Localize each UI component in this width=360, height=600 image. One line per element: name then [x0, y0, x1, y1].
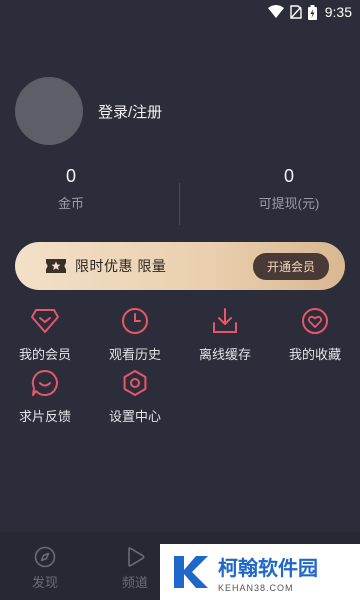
- tab-discover[interactable]: 发现: [15, 546, 75, 591]
- clock-icon: [122, 308, 148, 334]
- menu-item-label: 我的收藏: [288, 347, 341, 362]
- menu-item-label: 求片反馈: [18, 409, 71, 424]
- open-membership-button[interactable]: 开通会员: [252, 252, 329, 280]
- avatar[interactable]: [15, 77, 83, 145]
- status-bar: 9:35: [0, 0, 360, 24]
- no-sim-icon: [290, 5, 302, 19]
- tab-label: 发现: [31, 575, 58, 590]
- watermark-title: 柯翰软件园: [218, 555, 318, 580]
- withdrawable-value: 0: [283, 166, 294, 186]
- login-register-link[interactable]: 登录/注册: [98, 101, 162, 122]
- download-icon: [213, 308, 237, 333]
- watermark-subtitle: KEHAN38.COM: [218, 582, 294, 593]
- coins-stat[interactable]: 0 金币: [50, 165, 92, 212]
- tab-label: 频道: [121, 575, 148, 590]
- profile-header[interactable]: 登录/注册: [15, 77, 162, 145]
- heart-icon: [302, 308, 328, 334]
- kehan-logo-icon: [174, 556, 208, 588]
- compass-icon: [34, 546, 56, 568]
- chat-icon: [31, 369, 58, 396]
- menu-item-membership[interactable]: 我的会员: [5, 306, 85, 363]
- withdrawable-stat[interactable]: 0 可提现(元): [250, 165, 328, 212]
- battery-icon: [307, 4, 317, 20]
- settings-icon: [123, 370, 147, 396]
- menu-item-settings[interactable]: 设置中心: [95, 368, 175, 425]
- menu-item-feedback[interactable]: 求片反馈: [5, 368, 85, 425]
- menu-item-label: 我的会员: [18, 347, 71, 362]
- coins-value: 0: [65, 166, 76, 186]
- withdrawable-label: 可提现(元): [258, 196, 320, 211]
- menu-item-label: 离线缓存: [198, 347, 251, 362]
- diamond-icon: [31, 309, 59, 333]
- wifi-icon: [267, 5, 284, 18]
- menu-item-favorites[interactable]: 我的收藏: [275, 306, 355, 363]
- account-stats: 0 金币 0 可提现(元): [0, 165, 360, 225]
- play-icon: [128, 547, 145, 567]
- menu-item-label: 设置中心: [108, 409, 161, 424]
- menu-item-label: 观看历史: [108, 347, 161, 362]
- vip-ticket-icon: [46, 259, 66, 273]
- site-watermark: 柯翰软件园 KEHAN38.COM: [160, 544, 360, 600]
- menu-item-history[interactable]: 观看历史: [95, 306, 175, 363]
- menu-item-offline-cache[interactable]: 离线缓存: [185, 306, 265, 363]
- vip-promo-text: 限时优惠 限量: [75, 258, 167, 274]
- tab-channel[interactable]: 频道: [105, 546, 165, 591]
- status-time: 9:35: [324, 4, 352, 20]
- vip-promo-banner[interactable]: 限时优惠 限量 开通会员: [15, 242, 345, 290]
- stats-divider: [179, 183, 180, 225]
- coins-label: 金币: [57, 196, 84, 211]
